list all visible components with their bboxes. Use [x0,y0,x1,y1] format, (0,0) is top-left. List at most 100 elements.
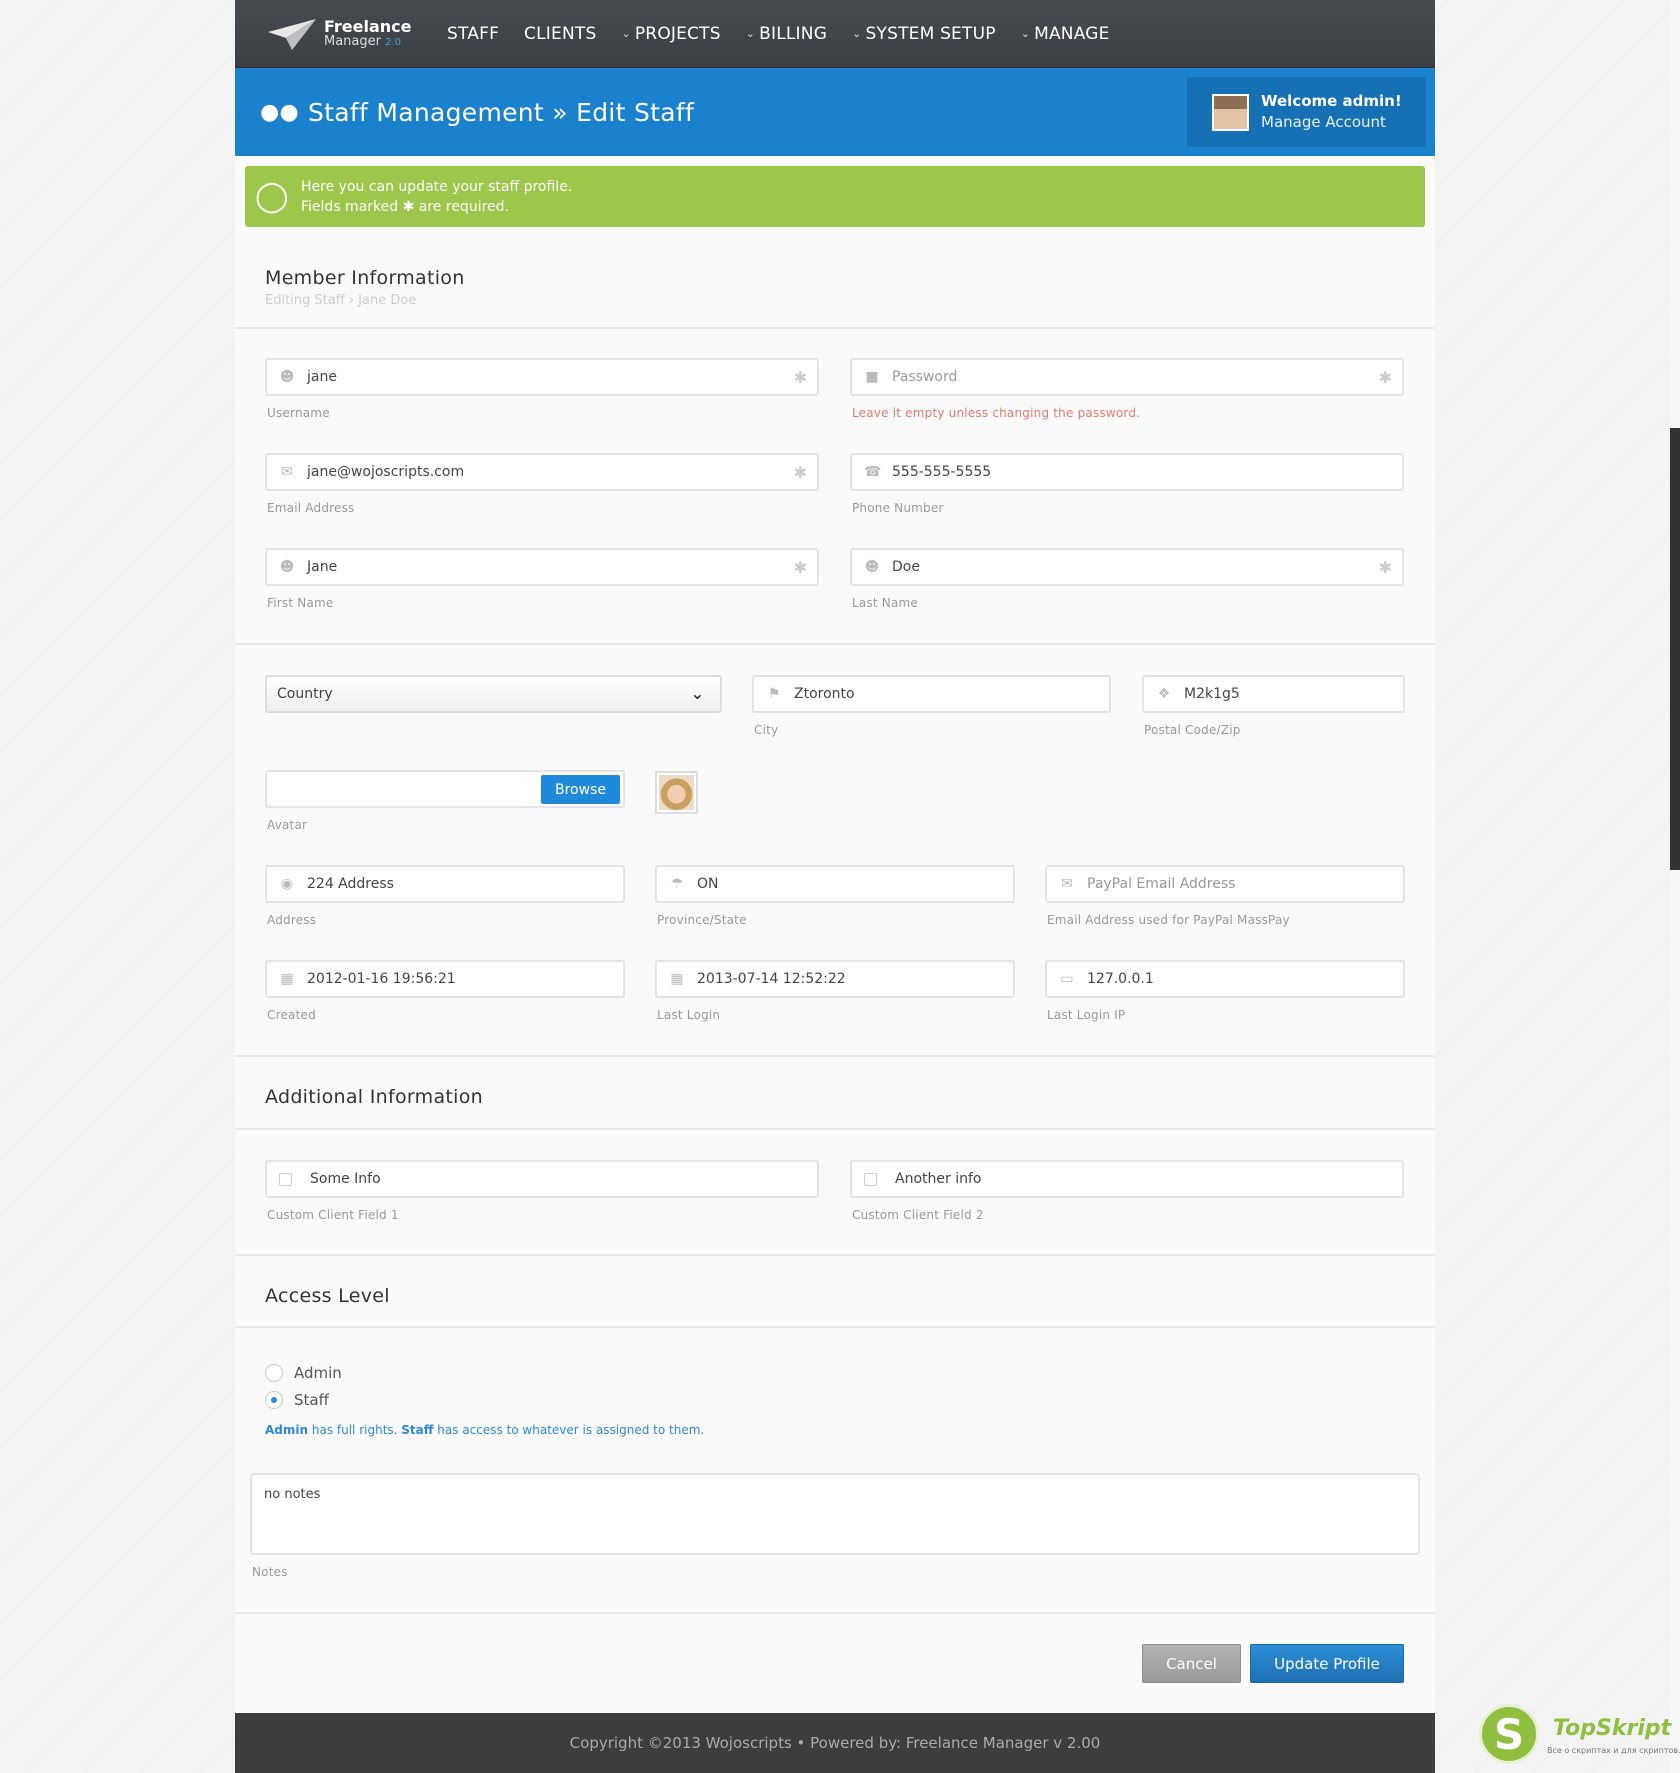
brand-version: 2.0 [385,37,402,48]
update-button-label[interactable]: Update Profile [1250,1644,1404,1683]
country-select[interactable]: Country ⌄ [265,675,722,713]
created-field[interactable]: ▦ 2012-01-16 19:56:21 [265,960,625,998]
main-menu: STAFF CLIENTS ⌄ PROJECTS ⌄ BILLING ⌄ SYSTEM… [447,24,1135,44]
address-value: 224 Address [307,876,394,892]
divider [235,1128,1435,1130]
city-label: City [754,723,779,737]
logo[interactable]: Freelance Manager 2.0 [266,16,447,52]
radio-button[interactable] [265,1390,283,1409]
divider [235,1612,1435,1614]
username-label: Username [267,406,330,420]
member-info-header: Member Information Editing Staff › Jane … [235,227,1435,329]
nav-projects[interactable]: ⌄ PROJECTS [621,24,720,44]
radio-button[interactable] [265,1363,283,1382]
custom-field-2-group: Another info Custom Client Field 2 [850,1160,1404,1222]
brand-subname: Manager [324,34,381,49]
email-field[interactable]: ✉ jane@wojoscripts.com ✱ [265,453,819,491]
note-text: has access to whatever is assigned to th… [433,1423,705,1437]
notes-textarea[interactable]: no notes [250,1473,1420,1555]
umbrella-icon: ☂ [670,876,684,892]
required-icon: ✱ [1378,368,1392,387]
avatar-group: Browse Avatar [265,770,625,832]
watermark-logo: S TopSkript Все о скриптах и для скрипто… [1475,1700,1680,1773]
username-field[interactable]: ☻ jane ✱ [265,358,819,396]
password-hint: Leave it empty unless changing the passw… [852,406,1141,420]
section-title: Additional Information [265,1086,484,1108]
manage-account-link[interactable]: Manage Account [1261,112,1402,133]
chevron-down-icon: ⌄ [852,27,862,40]
email-label: Email Address [267,501,355,515]
calendar-icon: ▦ [670,971,684,987]
last-ip-field[interactable]: ▭ 127.0.0.1 [1045,960,1405,998]
checkbox-icon [864,1172,877,1186]
map-marker-icon: ◉ [280,876,294,892]
avatar-file-input[interactable]: Browse [265,770,625,808]
nav-label: PROJECTS [634,23,721,44]
city-value: Ztoronto [794,686,855,702]
browse-button[interactable]: Browse [541,775,620,804]
radio-label: Admin [294,1363,342,1382]
username-group: ☻ jane ✱ Username [265,358,819,420]
section-title: Member Information [265,267,465,289]
nav-clients[interactable]: CLIENTS [524,24,596,44]
divider [235,1254,1435,1256]
last-name-field[interactable]: ☻ Doe ✱ [850,548,1404,586]
paypal-placeholder: PayPal Email Address [1087,876,1236,892]
required-icon: ✱ [1378,558,1392,577]
first-name-field[interactable]: ☻ Jane ✱ [265,548,819,586]
nav-system-setup[interactable]: ⌄ SYSTEM SETUP [852,24,996,44]
access-level-header: Access Level [265,1285,390,1307]
province-label: Province/State [657,913,747,927]
avatar[interactable] [1212,93,1249,131]
scrollbar-track[interactable] [1670,0,1680,1773]
asterisk-icon: ✱ [402,198,415,215]
custom-field-2-value: Another info [895,1171,982,1187]
first-name-value: Jane [307,559,338,575]
cancel-button[interactable]: Cancel [1142,1644,1241,1683]
scrollbar-thumb[interactable] [1670,428,1680,870]
province-value: ON [697,876,719,892]
postal-field[interactable]: ❖ M2k1g5 [1142,675,1405,713]
required-icon: ✱ [793,463,807,482]
footer: Copyright ©2013 Wojoscripts • Powered by… [235,1713,1435,1773]
lock-icon: ■ [865,369,879,385]
phone-icon: ☎ [864,464,882,480]
custom-field-2[interactable]: Another info [850,1160,1404,1198]
note-admin: Admin [265,1423,309,1437]
address-label: Address [267,913,317,927]
update-profile-button[interactable]: Update Profile [1250,1644,1404,1683]
checkbox-icon [279,1172,292,1186]
password-group: ■ Password ✱ Leave it empty unless changin… [850,358,1404,420]
last-ip-label: Last Login IP [1047,1008,1126,1022]
nav-billing[interactable]: ⌄ BILLING [746,24,827,44]
section-title: Access Level [265,1285,390,1307]
brand-name: Freelance [324,17,412,36]
calendar-icon: ▦ [280,971,294,987]
custom-field-1[interactable]: Some Info [265,1160,819,1198]
cancel-button-label[interactable]: Cancel [1142,1644,1241,1683]
address-field[interactable]: ◉ 224 Address [265,865,625,903]
watermark-circle: S [1479,1704,1539,1764]
laptop-icon: ▭ [1060,971,1074,987]
nav-label: BILLING [759,23,828,44]
nav-staff[interactable]: STAFF [447,24,499,44]
province-group: ☂ ON Province/State [655,865,1015,927]
radio-admin[interactable]: Admin [265,1359,965,1386]
last-login-field[interactable]: ▦ 2013-07-14 12:52:22 [655,960,1015,998]
custom-field-1-value: Some Info [310,1171,381,1187]
user-icon: ☻ [864,559,880,575]
password-field[interactable]: ■ Password ✱ [850,358,1404,396]
phone-field[interactable]: ☎ 555-555-5555 [850,453,1404,491]
address-group: ◉ 224 Address Address [265,865,625,927]
province-field[interactable]: ☂ ON [655,865,1015,903]
country-group: Country ⌄ [265,675,722,713]
city-field[interactable]: ⚑ Ztoronto [752,675,1111,713]
paypal-field[interactable]: ✉ PayPal Email Address [1045,865,1405,903]
last-name-label: Last Name [852,596,919,610]
nav-manage[interactable]: ⌄ MANAGE [1021,24,1110,44]
last-name-group: ☻ Doe ✱ Last Name [850,548,1404,610]
page-header: ●● Staff Management » Edit Staff Welcome… [235,68,1435,156]
radio-staff[interactable]: Staff [265,1386,965,1413]
divider [235,1326,1435,1328]
user-panel[interactable]: Welcome admin! Manage Account [1187,77,1426,147]
